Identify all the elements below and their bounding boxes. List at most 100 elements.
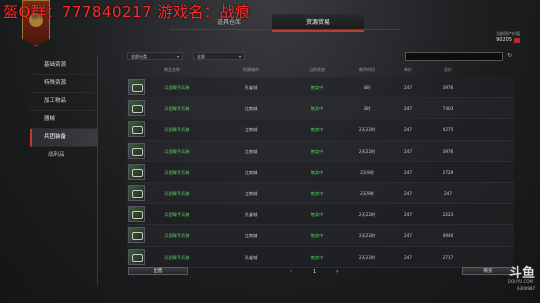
- cell-status: 售卖中: [310, 254, 324, 260]
- table-row[interactable]: 兵团弩手兵装 江南城 售卖中 2天22时 247 3976: [127, 140, 514, 162]
- search-input[interactable]: [405, 52, 503, 61]
- item-thumbnail-icon: [128, 121, 145, 138]
- page-number: 1: [313, 269, 317, 275]
- sidebar-item-legion-gear[interactable]: 兵团装备: [30, 129, 98, 147]
- cell-name: 兵团弩手兵装: [164, 85, 190, 90]
- col-total: 总价: [444, 67, 452, 72]
- cell-time: 3时: [363, 106, 371, 112]
- col-status: 当前状态: [309, 67, 325, 72]
- cell-price: 247: [404, 106, 412, 112]
- listing-table: 兵团弩手兵装 孔雀城 售卖中 4时 247 3976 兵团弩手兵装 江南城 售卖中 3时 247 74…: [127, 77, 514, 268]
- cell-name: 兵团弩手兵装: [164, 254, 190, 260]
- chevron-down-icon: ▾: [176, 54, 179, 59]
- cell-total: 3976: [442, 148, 454, 154]
- cell-total: 4940: [442, 233, 454, 239]
- asset-value: 90205: [496, 37, 512, 43]
- cell-total: 4275: [442, 127, 454, 133]
- table-row[interactable]: 兵团弩手兵装 江南城 售卖中 2天22时 247 4275: [127, 119, 514, 141]
- col-name: 商品名称: [164, 67, 180, 72]
- cell-total: 247: [444, 190, 452, 196]
- cell-city: 孔雀城: [244, 254, 258, 260]
- table-row[interactable]: 兵团弩手兵装 孔雀城 售卖中 2天22时 247 2223: [127, 204, 514, 226]
- cell-total: 2223: [442, 212, 454, 218]
- cell-price: 247: [404, 148, 412, 154]
- col-time: 剩余时间: [359, 67, 375, 72]
- table-row[interactable]: 兵团弩手兵装 江南城 售卖中 3时 247 7403: [127, 98, 514, 120]
- item-thumbnail-icon: [128, 142, 145, 159]
- item-thumbnail-icon: [128, 206, 145, 223]
- cell-status: 售卖中: [310, 212, 324, 218]
- cell-total: 7403: [442, 106, 454, 112]
- cell-time: 4时: [363, 85, 371, 90]
- currency-icon: [514, 37, 520, 43]
- cell-total: 2717: [442, 254, 454, 260]
- cell-time: 2天22时: [358, 254, 376, 260]
- cell-name: 兵团弩手兵装: [164, 106, 190, 112]
- item-thumbnail-icon: [128, 248, 145, 265]
- table-row[interactable]: 兵团弩手兵装 江南城 售卖中 2天9时 247 2729: [127, 161, 514, 183]
- refresh-icon[interactable]: ↻: [507, 52, 512, 59]
- item-thumbnail-icon: [128, 79, 145, 95]
- next-page-icon[interactable]: ›: [336, 268, 338, 275]
- cell-city: 江南城: [244, 148, 258, 154]
- cell-time: 2天22时: [358, 127, 376, 133]
- cell-city: 江南城: [244, 233, 258, 239]
- item-thumbnail-icon: [128, 100, 145, 117]
- cell-price: 247: [404, 212, 412, 218]
- sidebar-item-special-resources[interactable]: 特殊资源: [30, 75, 98, 93]
- cell-status: 售卖中: [310, 106, 324, 112]
- cell-name: 兵团弩手兵装: [164, 233, 190, 239]
- table-row[interactable]: 兵团弩手兵装 江南城 售卖中 2天22时 247 4940: [127, 225, 514, 247]
- item-thumbnail-icon: [128, 184, 145, 201]
- cell-price: 247: [404, 254, 412, 260]
- category-select-value: 全部分类: [131, 54, 147, 59]
- cell-status: 售卖中: [310, 148, 324, 154]
- cell-city: 江南城: [244, 169, 258, 175]
- cell-status: 售卖中: [310, 190, 324, 196]
- douyu-watermark: 斗鱼 DOUYU.COM 6300987: [499, 262, 535, 294]
- table-row[interactable]: 兵团弩手兵装 孔雀城 售卖中 2天22时 247 2717: [127, 246, 514, 268]
- category-select[interactable]: 全部分类 ▾: [127, 52, 183, 60]
- cell-price: 247: [404, 169, 412, 175]
- cell-time: 2天22时: [358, 148, 376, 154]
- city-select[interactable]: 全部 ▾: [193, 52, 245, 60]
- category-sidebar: 基础资源 特殊资源 加工物品 器械 兵团装备 战利品: [30, 57, 98, 164]
- cell-price: 247: [404, 190, 412, 196]
- cell-price: 247: [404, 233, 412, 239]
- table-row[interactable]: 兵团弩手兵装 江南城 售卖中 2天9时 247 247: [127, 182, 514, 205]
- cell-time: 2天22时: [358, 212, 376, 218]
- sidebar-divider: [97, 55, 98, 285]
- cell-total: 3976: [442, 85, 454, 90]
- sidebar-item-basic-resources[interactable]: 基础资源: [30, 57, 98, 75]
- cell-name: 兵团弩手兵装: [164, 148, 190, 154]
- col-city: 所属城市: [243, 67, 259, 72]
- cell-status: 售卖中: [310, 127, 324, 133]
- cell-time: 2天9时: [360, 169, 374, 175]
- prev-page-icon[interactable]: ‹: [290, 268, 292, 275]
- cell-name: 兵团弩手兵装: [164, 190, 190, 196]
- sidebar-item-processed-goods[interactable]: 加工物品: [30, 93, 98, 111]
- cell-price: 247: [404, 85, 412, 90]
- cell-time: 2天9时: [360, 190, 374, 196]
- cell-status: 售卖中: [310, 169, 324, 175]
- cell-time: 2天22时: [358, 233, 376, 239]
- watermark-site: DOUYU.COM: [507, 279, 533, 284]
- col-price: 单价: [404, 67, 412, 72]
- item-thumbnail-icon: [128, 227, 145, 244]
- cell-city: 孔雀城: [244, 212, 258, 218]
- cell-status: 售卖中: [310, 233, 324, 239]
- cell-name: 兵团弩手兵装: [164, 127, 190, 133]
- cell-status: 售卖中: [310, 85, 324, 90]
- stream-overlay-text: 盔Q群：777840217 游戏名：战痕: [3, 3, 251, 21]
- cell-city: 江南城: [244, 106, 258, 112]
- watermark-id: 6300987: [517, 286, 535, 291]
- sidebar-item-equipment[interactable]: 器械: [30, 111, 98, 129]
- cell-city: 江南城: [244, 127, 258, 133]
- sell-button[interactable]: 出售: [128, 267, 188, 275]
- cell-name: 兵团弩手兵装: [164, 169, 190, 175]
- tab-divider: [170, 29, 400, 30]
- chevron-down-icon: ▾: [238, 54, 241, 59]
- cell-city: 江南城: [244, 190, 258, 196]
- sidebar-item-loot[interactable]: 战利品: [30, 147, 98, 164]
- table-row[interactable]: 兵团弩手兵装 孔雀城 售卖中 4时 247 3976: [127, 77, 514, 99]
